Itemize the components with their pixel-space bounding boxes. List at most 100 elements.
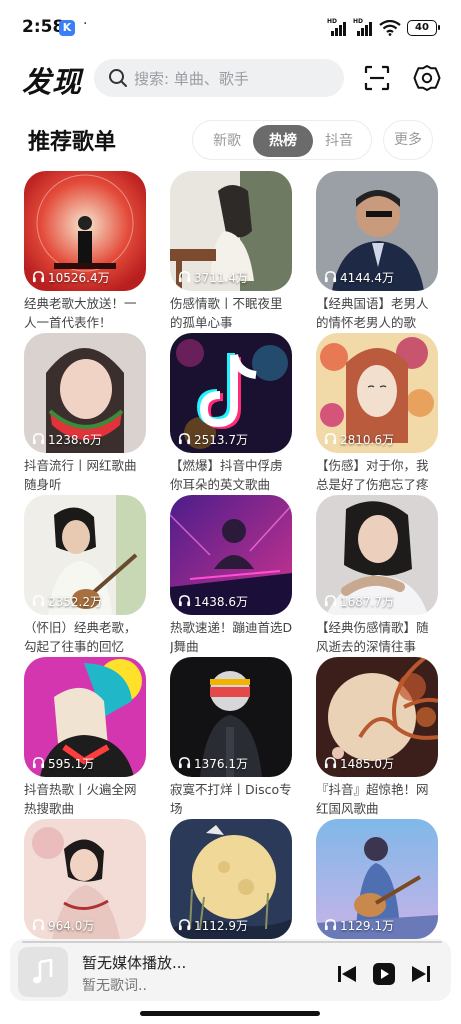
- playlist-card[interactable]: 2513.7万【燃爆】抖音中俘虏你耳朵的英文歌曲: [170, 333, 294, 494]
- playlist-cover[interactable]: 2513.7万: [170, 333, 292, 453]
- more-button[interactable]: 更多: [383, 120, 433, 160]
- playlist-card[interactable]: 1485.0万 『抖音』超惊艳！网红国风歌曲: [316, 657, 440, 818]
- notification-dot: ·: [83, 16, 88, 32]
- headphones-icon: [324, 918, 340, 934]
- play-count-value: 964.0万: [48, 919, 95, 933]
- play-count: 4144.4万: [324, 269, 394, 286]
- play-count: 1129.1万: [324, 917, 394, 934]
- play-count-value: 4144.4万: [340, 271, 394, 285]
- play-count-value: 3711.4万: [194, 271, 248, 285]
- play-count: 2352.2万: [32, 593, 102, 610]
- playlist-card[interactable]: 2352.2万 （怀旧）经典老歌，勾起了往事的回忆: [24, 495, 148, 656]
- playlist-card[interactable]: 1238.6万抖音流行丨网红歌曲随身听: [24, 333, 148, 494]
- status-bar: 2:58 K · HD HD 40: [0, 0, 461, 58]
- playlist-title[interactable]: 寂寞不打烊丨Disco专场: [170, 780, 294, 818]
- playlist-cover[interactable]: 4144.4万: [316, 171, 438, 291]
- tab-hot-chart[interactable]: 热榜: [253, 125, 313, 157]
- playlist-cover[interactable]: 3711.4万: [170, 171, 292, 291]
- playlist-title[interactable]: 【经典伤感情歌】随风逝去的深情往事: [316, 618, 440, 656]
- signal-icon-2: HD: [353, 18, 373, 36]
- playlist-card[interactable]: 1376.1万寂寞不打烊丨Disco专场: [170, 657, 294, 818]
- headphones-icon: [178, 270, 194, 286]
- playlist-cover[interactable]: 1485.0万: [316, 657, 438, 777]
- tab-douyin[interactable]: 抖音: [309, 125, 369, 157]
- playlist-card[interactable]: 2810.6万【伤感】对于你，我总是好了伤疤忘了疼: [316, 333, 440, 494]
- previous-icon[interactable]: [335, 962, 359, 986]
- playlist-card[interactable]: 964.0万: [24, 819, 148, 941]
- playlist-cover[interactable]: 2352.2万: [24, 495, 146, 615]
- playlist-title[interactable]: 伤感情歌丨不眠夜里的孤单心事: [170, 294, 294, 332]
- mini-player[interactable]: 暂无媒体播放... 暂无歌词..: [10, 939, 451, 1001]
- playlist-cover[interactable]: 2810.6万: [316, 333, 438, 453]
- headphones-icon: [178, 594, 194, 610]
- playlist-card[interactable]: 4144.4万【经典国语】老男人的情怀老男人的歌: [316, 171, 440, 332]
- wifi-icon: [379, 20, 401, 36]
- play-count-value: 1376.1万: [194, 757, 248, 771]
- playlist-card[interactable]: 1129.1万: [316, 819, 440, 941]
- playlist-cover[interactable]: 964.0万: [24, 819, 146, 939]
- playlist-cover[interactable]: 1438.6万: [170, 495, 292, 615]
- play-count-value: 2352.2万: [48, 595, 102, 609]
- home-indicator: [140, 1011, 320, 1016]
- play-count: 1238.6万: [32, 431, 102, 448]
- playlist-title[interactable]: 『抖音』超惊艳！网红国风歌曲: [316, 780, 440, 818]
- scan-icon[interactable]: [364, 65, 390, 91]
- playlist-cover[interactable]: 10526.4万: [24, 171, 146, 291]
- playlist-card[interactable]: 10526.4万经典老歌大放送！一人一首代表作！: [24, 171, 148, 332]
- playlist-card[interactable]: 595.1万 抖音热歌丨火遍全网热搜歌曲: [24, 657, 148, 818]
- signal-icon: HD: [327, 18, 347, 36]
- next-icon[interactable]: [409, 962, 433, 986]
- play-count-value: 10526.4万: [48, 271, 110, 285]
- play-count: 1376.1万: [178, 755, 248, 772]
- play-count-value: 1238.6万: [48, 433, 102, 447]
- playlist-cover[interactable]: 1238.6万: [24, 333, 146, 453]
- playlist-title[interactable]: 【经典国语】老男人的情怀老男人的歌: [316, 294, 440, 332]
- headphones-icon: [324, 432, 340, 448]
- play-icon[interactable]: [372, 962, 396, 986]
- playlist-card[interactable]: 1438.6万 热歌速递！蹦迪首选DJ舞曲: [170, 495, 294, 656]
- playlist-title[interactable]: 抖音热歌丨火遍全网热搜歌曲: [24, 780, 148, 818]
- headphones-icon: [32, 432, 48, 448]
- play-count: 2810.6万: [324, 431, 394, 448]
- tab-new-songs[interactable]: 新歌: [197, 125, 257, 157]
- playlist-title[interactable]: 热歌速递！蹦迪首选DJ舞曲: [170, 618, 294, 656]
- section-header: 推荐歌单 新歌 热榜 抖音 更多: [0, 120, 461, 160]
- play-count-value: 1112.9万: [194, 919, 248, 933]
- status-time: 2:58: [22, 17, 65, 37]
- playlist-cover[interactable]: 1112.9万: [170, 819, 292, 939]
- playlist-card[interactable]: 1687.7万【经典伤感情歌】随风逝去的深情往事: [316, 495, 440, 656]
- headphones-icon: [32, 918, 48, 934]
- battery-icon: 40: [407, 20, 440, 36]
- playlist-title[interactable]: 【伤感】对于你，我总是好了伤疤忘了疼: [316, 456, 440, 494]
- search-input[interactable]: 搜索: 单曲、歌手: [94, 59, 344, 97]
- headphones-icon: [324, 594, 340, 610]
- player-divider: [22, 941, 442, 943]
- playlist-card[interactable]: 1112.9万: [170, 819, 294, 941]
- playlist-cover[interactable]: 1376.1万: [170, 657, 292, 777]
- headphones-icon: [32, 270, 48, 286]
- headphones-icon: [324, 270, 340, 286]
- playlist-cover[interactable]: 1129.1万: [316, 819, 438, 939]
- play-count: 964.0万: [32, 917, 94, 934]
- playlist-title[interactable]: 【燃爆】抖音中俘虏你耳朵的英文歌曲: [170, 456, 294, 494]
- play-count-value: 2810.6万: [340, 433, 394, 447]
- search-placeholder: 搜索: 单曲、歌手: [134, 69, 249, 88]
- play-count: 2513.7万: [178, 431, 248, 448]
- playlist-card[interactable]: 3711.4万伤感情歌丨不眠夜里的孤单心事: [170, 171, 294, 332]
- settings-gear-icon[interactable]: [413, 64, 441, 92]
- page-title: 发现: [22, 65, 83, 99]
- play-count-value: 1687.7万: [340, 595, 394, 609]
- music-note-icon: [33, 959, 53, 984]
- playlist-title[interactable]: 经典老歌大放送！一人一首代表作！: [24, 294, 148, 332]
- play-count-value: 2513.7万: [194, 433, 248, 447]
- playlist-cover[interactable]: 1687.7万: [316, 495, 438, 615]
- playlist-cover[interactable]: 595.1万: [24, 657, 146, 777]
- playlist-title[interactable]: 抖音流行丨网红歌曲随身听: [24, 456, 148, 494]
- player-cover[interactable]: [18, 947, 68, 997]
- tab-group: 新歌 热榜 抖音: [192, 120, 372, 160]
- headphones-icon: [178, 756, 194, 772]
- app-notification-icon: K: [59, 20, 75, 36]
- player-title: 暂无媒体播放...: [82, 954, 187, 972]
- playlist-title[interactable]: （怀旧）经典老歌，勾起了往事的回忆: [24, 618, 148, 656]
- headphones-icon: [324, 756, 340, 772]
